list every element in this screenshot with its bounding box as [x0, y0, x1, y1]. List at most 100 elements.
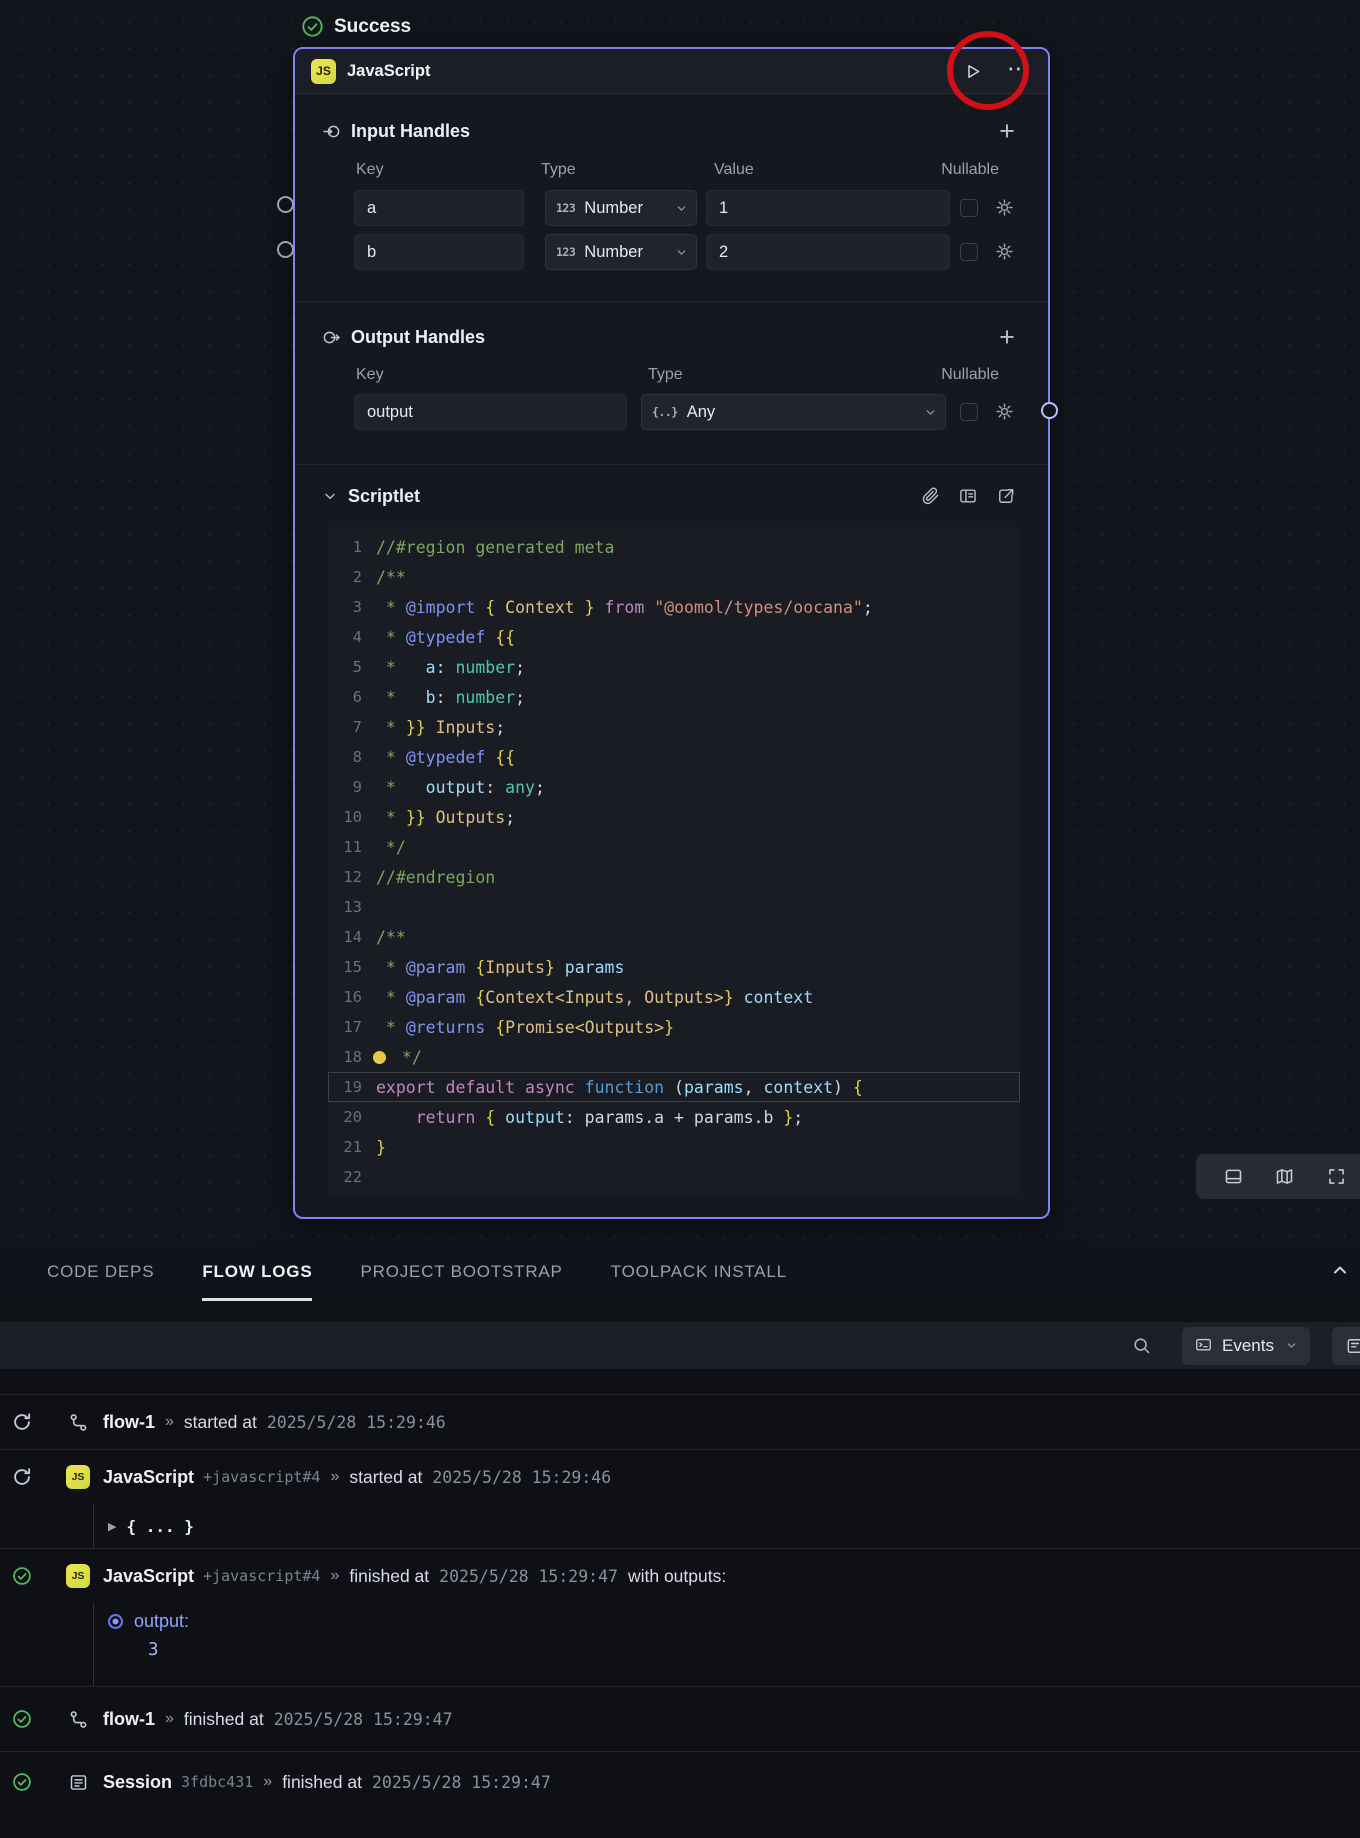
success-check-icon [300, 14, 325, 39]
fullscreen-icon[interactable] [1326, 1166, 1347, 1187]
code-line[interactable]: 6 * b: number; [328, 682, 1020, 712]
collapsed-object-preview: { ... } [126, 1517, 193, 1536]
code-editor[interactable]: 1//#region generated meta2/**3 * @import… [328, 527, 1020, 1195]
log-entries: flow-1»started at2025/5/28 15:29:46JSJav… [0, 1394, 1360, 1812]
type-label: Any [687, 403, 715, 422]
flow-canvas[interactable]: Success JS JavaScript ⋯ Input Handles + … [0, 0, 1360, 1243]
code-line[interactable]: 12//#endregion [328, 862, 1020, 892]
code-line[interactable]: 21} [328, 1132, 1020, 1162]
code-line[interactable]: 1//#region generated meta [328, 532, 1020, 562]
line-number: 16 [328, 988, 362, 1006]
code-line[interactable]: 5 * a: number; [328, 652, 1020, 682]
check-circle-icon [11, 1771, 33, 1793]
line-number: 10 [328, 808, 362, 826]
log-source-name: Session [103, 1772, 172, 1793]
gear-icon[interactable] [994, 401, 1016, 423]
output-port[interactable] [1041, 402, 1058, 419]
open-external-icon[interactable] [996, 486, 1016, 506]
code-text: /** [362, 568, 406, 587]
node-card-javascript[interactable]: JS JavaScript ⋯ Input Handles + Key Type… [293, 47, 1050, 1219]
line-number: 5 [328, 658, 362, 676]
line-number: 6 [328, 688, 362, 706]
code-line[interactable]: 8 * @typedef {{ [328, 742, 1020, 772]
chevron-down-icon[interactable] [322, 488, 338, 504]
scriptlet-title: Scriptlet [348, 486, 420, 507]
code-line[interactable]: 7 * }} Inputs; [328, 712, 1020, 742]
line-number: 7 [328, 718, 362, 736]
code-line[interactable]: 10 * }} Outputs; [328, 802, 1020, 832]
section-divider [295, 464, 1048, 465]
lightbulb-icon[interactable] [373, 1051, 386, 1064]
code-line[interactable]: 22 [328, 1162, 1020, 1192]
code-line[interactable]: 19export default async function (params,… [328, 1072, 1020, 1102]
line-number: 13 [328, 898, 362, 916]
code-line[interactable]: 14/** [328, 922, 1020, 952]
log-collapsed-object[interactable]: ▶ { ... } [93, 1504, 1360, 1548]
input-port-a[interactable] [277, 196, 294, 213]
events-console-icon [1194, 1336, 1213, 1355]
scriptlet-header[interactable]: Scriptlet [322, 480, 420, 512]
code-line[interactable]: 15 * @param {Inputs} params [328, 952, 1020, 982]
code-line[interactable]: 17 * @returns {Promise<Outputs>} [328, 1012, 1020, 1042]
code-line[interactable]: 13 [328, 892, 1020, 922]
handle-type-select[interactable]: {..}Any [641, 394, 946, 430]
tab-project-bootstrap[interactable]: PROJECT BOOTSTRAP [360, 1243, 562, 1301]
code-text: * @param {Inputs} params [362, 958, 624, 977]
log-entry[interactable]: Session3fdbc431»finished at2025/5/28 15:… [0, 1751, 1360, 1812]
log-action: started at [184, 1412, 257, 1433]
panel-bottom-icon[interactable] [1223, 1166, 1244, 1187]
nullable-checkbox[interactable] [960, 403, 978, 421]
code-line[interactable]: 11 */ [328, 832, 1020, 862]
log-output-block: output:3 [93, 1603, 1360, 1686]
events-filter-dropdown[interactable]: Events [1182, 1327, 1310, 1365]
map-icon[interactable] [1274, 1166, 1295, 1187]
code-text: //#endregion [362, 868, 495, 887]
tab-toolpack-install[interactable]: TOOLPACK INSTALL [611, 1243, 787, 1301]
log-timestamp: 2025/5/28 15:29:47 [372, 1773, 551, 1792]
code-line[interactable]: 3 * @import { Context } from "@oomol/typ… [328, 592, 1020, 622]
code-text: * @import { Context } from "@oomol/types… [362, 598, 873, 617]
collapse-panel-chevron-up-icon[interactable] [1328, 1258, 1352, 1282]
log-settings-button[interactable] [1332, 1327, 1360, 1365]
code-line[interactable]: 18 */ [328, 1042, 1020, 1072]
code-text: */ [362, 1048, 422, 1067]
code-line[interactable]: 16 * @param {Context<Inputs, Outputs>} c… [328, 982, 1020, 1012]
tab-flow-logs[interactable]: FLOW LOGS [202, 1243, 312, 1301]
log-entry[interactable]: JSJavaScript+javascript#4»finished at202… [0, 1548, 1360, 1686]
code-line[interactable]: 2/** [328, 562, 1020, 592]
log-entry[interactable]: flow-1»started at2025/5/28 15:29:46 [0, 1394, 1360, 1449]
log-timestamp: 2025/5/28 15:29:46 [267, 1413, 446, 1432]
line-number: 14 [328, 928, 362, 946]
code-text: * @param {Context<Inputs, Outputs>} cont… [362, 988, 813, 1007]
log-source-id: +javascript#4 [203, 1468, 320, 1486]
handle-key-input[interactable] [354, 394, 627, 430]
flow-icon [66, 1410, 90, 1434]
javascript-icon: JS [66, 1564, 90, 1588]
log-entry[interactable]: JSJavaScript+javascript#4»started at2025… [0, 1449, 1360, 1548]
session-icon [66, 1770, 90, 1794]
log-separator: » [165, 1710, 174, 1728]
input-port-b[interactable] [277, 241, 294, 258]
output-key-label: output: [134, 1611, 189, 1632]
log-entry[interactable]: flow-1»finished at2025/5/28 15:29:47 [0, 1686, 1360, 1751]
tab-code-deps[interactable]: CODE DEPS [47, 1243, 154, 1301]
reader-panel-icon[interactable] [958, 486, 978, 506]
expand-arrow-icon[interactable]: ▶ [108, 1520, 116, 1533]
code-text: * }} Inputs; [362, 718, 505, 737]
code-line[interactable]: 4 * @typedef {{ [328, 622, 1020, 652]
attachment-icon[interactable] [920, 486, 940, 506]
code-text: * b: number; [362, 688, 525, 707]
status-badge: Success [300, 14, 411, 39]
log-source-name: flow-1 [103, 1412, 155, 1433]
log-source-id: +javascript#4 [203, 1567, 320, 1585]
search-icon[interactable] [1131, 1335, 1152, 1356]
search-input[interactable] [16, 1322, 1131, 1369]
code-text: export default async function (params, c… [362, 1078, 863, 1097]
spinner-icon [11, 1466, 33, 1488]
log-source-id: 3fdbc431 [181, 1773, 253, 1791]
log-source-name: JavaScript [103, 1467, 194, 1488]
line-number: 11 [328, 838, 362, 856]
code-line[interactable]: 20 return { output: params.a + params.b … [328, 1102, 1020, 1132]
code-lines: 1//#region generated meta2/**3 * @import… [328, 532, 1020, 1192]
code-line[interactable]: 9 * output: any; [328, 772, 1020, 802]
